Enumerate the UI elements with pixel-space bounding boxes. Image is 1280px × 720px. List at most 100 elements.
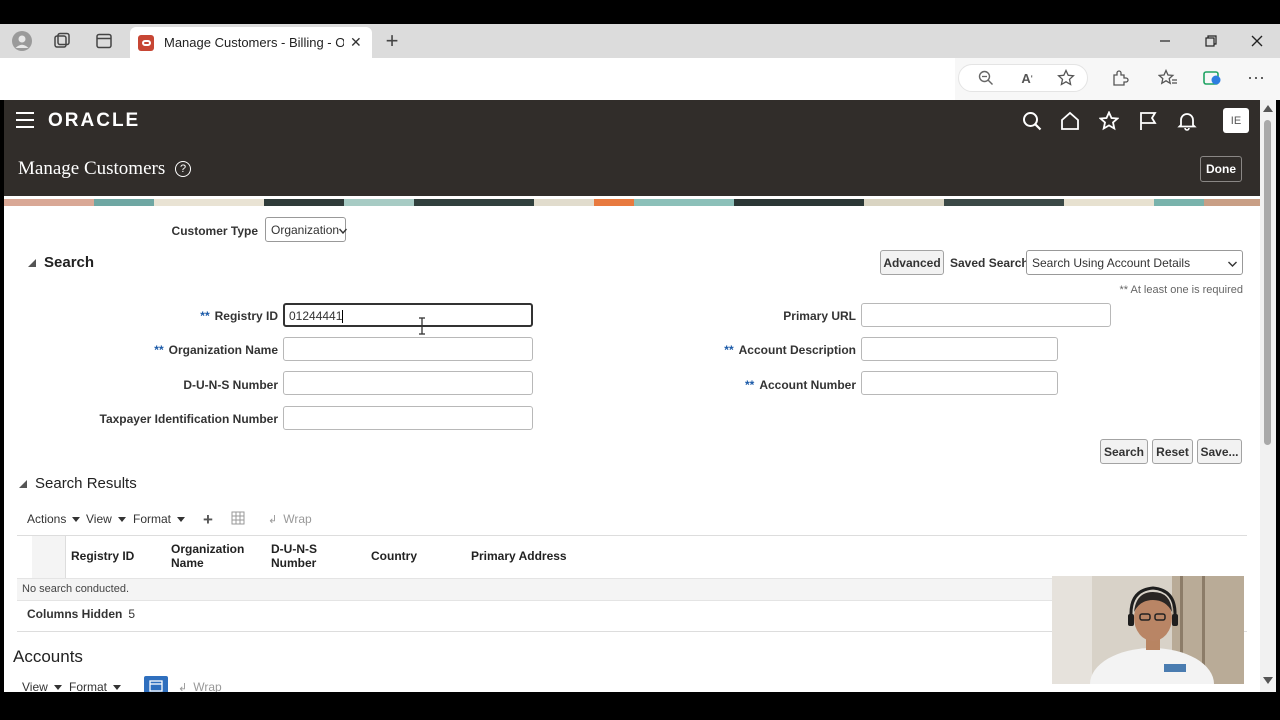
caret-down-icon: [113, 684, 122, 690]
table-divider: [17, 535, 1247, 536]
favorite-star-icon[interactable]: [1055, 67, 1077, 89]
search-button[interactable]: Search: [1100, 439, 1148, 464]
column-header-registry-id[interactable]: Registry ID: [71, 549, 134, 563]
ibeam-cursor-icon: [417, 316, 427, 336]
wrap-label: Wrap: [283, 512, 312, 526]
scroll-up-icon[interactable]: [1263, 105, 1273, 112]
done-button[interactable]: Done: [1200, 156, 1242, 182]
read-aloud-icon[interactable]: Aʹ: [1016, 67, 1038, 89]
close-window-icon[interactable]: [1242, 30, 1272, 52]
accounts-view-menu[interactable]: View: [22, 680, 62, 692]
accounts-wrap-button[interactable]: ↲ Wrap: [178, 680, 222, 692]
account-number-label-text: Account Number: [759, 378, 856, 392]
no-search-text: No search conducted.: [22, 583, 130, 595]
column-header-country[interactable]: Country: [371, 549, 417, 563]
view-label: View: [86, 512, 112, 526]
registry-id-label-text: Registry ID: [214, 309, 278, 323]
scroll-down-icon[interactable]: [1263, 677, 1273, 684]
reset-button[interactable]: Reset: [1152, 439, 1193, 464]
actions-label: Actions: [27, 512, 67, 526]
favorites-star-icon[interactable]: [1097, 110, 1121, 132]
registry-id-label: ** Registry ID: [154, 309, 278, 323]
org-name-label: ** Organization Name: [104, 343, 278, 357]
url-field[interactable]: [0, 58, 955, 100]
oracle-favicon-icon: [138, 34, 154, 51]
wrap-button[interactable]: ↲ Wrap: [268, 512, 312, 526]
tab-actions-icon[interactable]: [92, 30, 116, 52]
primary-url-label: Primary URL: [783, 309, 856, 323]
required-note: ** At least one is required: [1119, 284, 1243, 296]
tab-close-icon[interactable]: ✕: [350, 34, 362, 51]
help-icon[interactable]: ?: [175, 161, 191, 177]
screen: Manage Customers - Billing - Ora ✕ + Aʹ: [0, 0, 1280, 720]
minimize-icon[interactable]: [1150, 30, 1180, 52]
workspaces-icon[interactable]: [50, 30, 74, 52]
home-icon[interactable]: [1058, 110, 1082, 132]
advanced-button[interactable]: Advanced: [880, 250, 944, 275]
search-icon[interactable]: [1020, 110, 1044, 132]
chevron-down-icon: [1228, 256, 1237, 270]
saved-search-select[interactable]: Search Using Account Details: [1026, 250, 1243, 275]
watchlist-flag-icon[interactable]: [1136, 110, 1160, 132]
notifications-bell-icon[interactable]: [1175, 110, 1199, 132]
extensions-icon[interactable]: [1109, 67, 1131, 89]
add-row-icon[interactable]: +: [203, 510, 213, 530]
detach-table-icon[interactable]: [144, 676, 168, 692]
column-header-primary-address[interactable]: Primary Address: [471, 549, 567, 563]
format-label: Format: [69, 680, 108, 692]
account-description-label: ** Account Description: [704, 343, 856, 357]
row-header-column: [32, 536, 66, 578]
accounts-title: Accounts: [13, 647, 83, 666]
browser-tab[interactable]: Manage Customers - Billing - Ora ✕: [130, 27, 372, 58]
required-marker: **: [200, 309, 210, 323]
more-options-icon[interactable]: ⋯: [1245, 67, 1267, 89]
customer-type-select[interactable]: Organization: [265, 217, 348, 242]
account-description-input[interactable]: [861, 337, 1058, 361]
search-results-header[interactable]: Search Results: [19, 475, 137, 492]
taxpayer-id-input[interactable]: [283, 406, 533, 430]
freeze-columns-icon[interactable]: [231, 511, 245, 525]
format-label: Format: [133, 512, 172, 526]
favorites-icon[interactable]: [1157, 67, 1179, 89]
account-number-input[interactable]: [861, 371, 1058, 395]
view-menu[interactable]: View: [86, 512, 126, 526]
format-menu[interactable]: Format: [133, 512, 186, 526]
caret-down-icon: [72, 516, 81, 522]
address-bar: Aʹ ⋯: [0, 58, 1280, 100]
user-avatar[interactable]: IE: [1223, 108, 1249, 133]
new-tab-button[interactable]: +: [380, 28, 404, 53]
page-title: Manage Customers: [18, 158, 166, 179]
empty-results-row: [17, 578, 1052, 601]
restore-icon[interactable]: [1196, 30, 1226, 52]
save-search-button[interactable]: Save...: [1197, 439, 1242, 464]
actions-menu[interactable]: Actions: [27, 512, 81, 526]
search-section-title: Search: [44, 254, 95, 271]
duns-label: D-U-N-S Number: [183, 378, 278, 392]
view-label: View: [22, 680, 48, 692]
registry-id-value: 01244441: [289, 309, 343, 323]
accounts-format-menu[interactable]: Format: [69, 680, 122, 692]
column-header-duns-number[interactable]: D-U-N-S Number: [271, 542, 331, 570]
duns-input[interactable]: [283, 371, 533, 395]
caret-down-icon: [177, 516, 186, 522]
profile-icon[interactable]: [10, 30, 34, 52]
decorative-banner: [4, 196, 1260, 206]
scrollbar-thumb[interactable]: [1264, 120, 1271, 445]
account-number-label: ** Account Number: [704, 378, 856, 392]
search-results-title: Search Results: [35, 475, 137, 492]
collections-icon[interactable]: [1201, 67, 1223, 89]
customer-type-label: Customer Type: [171, 224, 258, 238]
primary-url-input[interactable]: [861, 303, 1111, 327]
search-section-header[interactable]: Search: [28, 254, 94, 271]
wrap-icon: ↲: [268, 513, 278, 526]
required-marker: **: [154, 343, 164, 357]
page-scrollbar[interactable]: [1260, 100, 1276, 692]
columns-hidden-status: Columns Hidden 5: [27, 607, 135, 621]
columns-hidden-count: 5: [128, 607, 136, 621]
column-header-organization-name[interactable]: Organization Name: [171, 542, 251, 570]
zoom-out-icon[interactable]: [975, 67, 997, 89]
oracle-logo[interactable]: ORACLE: [48, 110, 140, 132]
navigator-menu-icon[interactable]: [16, 112, 34, 128]
registry-id-input[interactable]: 01244441: [283, 303, 533, 327]
org-name-input[interactable]: [283, 337, 533, 361]
